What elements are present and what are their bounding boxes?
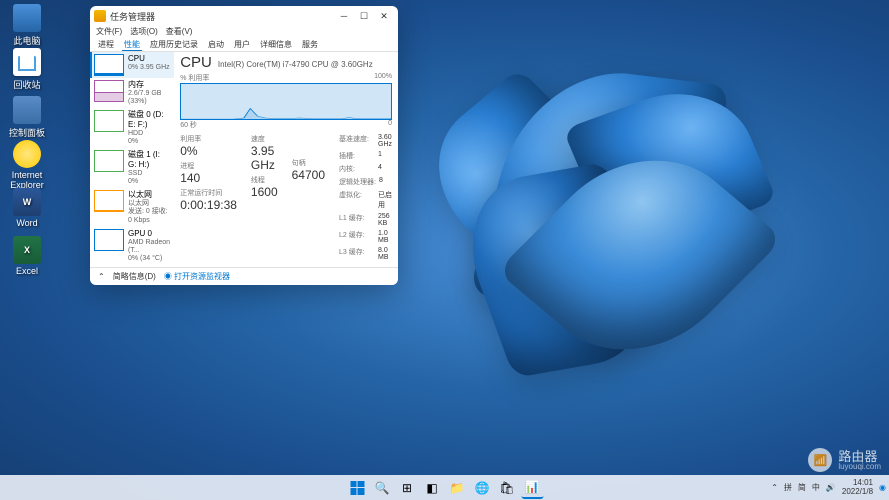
tab-performance[interactable]: 性能 (122, 39, 142, 51)
sidebar-ethernet[interactable]: 以太网以太网发送: 0 接收: 0 Kbps (90, 188, 174, 227)
cpu-model: Intel(R) Core(TM) i7-4790 CPU @ 3.60GHz (218, 60, 373, 69)
maximize-button[interactable]: ☐ (354, 7, 374, 25)
menu-options[interactable]: 选项(O) (130, 26, 158, 39)
proc-value: 140 (180, 171, 237, 185)
tab-services[interactable]: 服务 (300, 39, 320, 51)
desktop-icon-word[interactable]: WWord (2, 188, 52, 228)
task-view-icon[interactable]: ⊞ (396, 477, 418, 499)
gpu-mini-graph (94, 229, 124, 251)
disk1-mini-graph (94, 150, 124, 172)
desktop-icon-control-panel[interactable]: 控制面板 (2, 96, 52, 139)
ime-simp[interactable]: 简 (798, 482, 806, 493)
sidebar-memory[interactable]: 内存2.6/7.9 GB (33%) (90, 78, 174, 108)
store-icon[interactable]: 🛍 (496, 477, 518, 499)
tab-processes[interactable]: 进程 (96, 39, 116, 51)
handle-value: 64700 (292, 168, 325, 182)
watermark: 📶 路由器luyouqi.com (808, 448, 881, 472)
tab-users[interactable]: 用户 (232, 39, 252, 51)
clock[interactable]: 14:01 2022/1/8 (842, 479, 873, 497)
app-icon (94, 10, 106, 22)
chevron-up-icon: ⌃ (98, 272, 105, 281)
memory-mini-graph (94, 80, 124, 102)
minimize-button[interactable]: ─ (334, 7, 354, 25)
router-icon: 📶 (808, 448, 832, 472)
tabbar: 进程 性能 应用历史记录 启动 用户 详细信息 服务 (90, 39, 398, 52)
taskbar: 🔍 ⊞ ◧ 📁 🌐 🛍 📊 ⌃ 拼 简 中 🔊 14:01 2022/1/8 ◉ (0, 475, 889, 500)
tab-app-history[interactable]: 应用历史记录 (148, 39, 200, 51)
task-manager-window: 任务管理器 ─ ☐ ✕ 文件(F) 选项(O) 查看(V) 进程 性能 应用历史… (90, 6, 398, 285)
desktop-icon-this-pc[interactable]: 此电脑 (2, 4, 52, 47)
sidebar-disk0[interactable]: 磁盘 0 (D: E: F:)HDD0% (90, 108, 174, 148)
cpu-usage-chart (180, 83, 392, 120)
close-button[interactable]: ✕ (374, 7, 394, 25)
thread-value: 1600 (251, 185, 278, 199)
sidebar-disk1[interactable]: 磁盘 1 (I: G: H:)SSD0% (90, 148, 174, 188)
titlebar[interactable]: 任务管理器 ─ ☐ ✕ (90, 6, 398, 26)
window-title: 任务管理器 (110, 10, 334, 23)
network-icon[interactable]: 🔊 (826, 483, 836, 492)
perf-sidebar: CPU0% 3.95 GHz 内存2.6/7.9 GB (33%) 磁盘 0 (… (90, 52, 174, 267)
sidebar-gpu[interactable]: GPU 0AMD Radeon (T...0% (34 °C) (90, 227, 174, 266)
disk0-mini-graph (94, 110, 124, 132)
explorer-icon[interactable]: 📁 (446, 477, 468, 499)
perf-main: CPU Intel(R) Core(TM) i7-4790 CPU @ 3.60… (174, 52, 398, 267)
desktop-icon-recycle-bin[interactable]: 回收站 (2, 48, 52, 91)
menu-view[interactable]: 查看(V) (166, 26, 193, 39)
sidebar-cpu[interactable]: CPU0% 3.95 GHz (90, 52, 174, 78)
speed-value: 3.95 GHz (251, 144, 278, 172)
resource-monitor-link[interactable]: ◉ 打开资源监视器 (164, 271, 230, 282)
cpu-title: CPU (180, 54, 212, 71)
widgets-icon[interactable]: ◧ (421, 477, 443, 499)
fewer-details-button[interactable]: 简略信息(D) (113, 271, 156, 282)
search-icon[interactable]: 🔍 (371, 477, 393, 499)
desktop-icon-excel[interactable]: XExcel (2, 236, 52, 276)
util-value: 0% (180, 144, 237, 158)
tab-details[interactable]: 详细信息 (258, 39, 294, 51)
uptime-value: 0:00:19:38 (180, 198, 237, 212)
taskmgr-taskbar-icon[interactable]: 📊 (521, 477, 543, 499)
cpu-specs: 基准速度:3.60 GHz 插槽:1 内核:4 逻辑处理器:8 虚拟化:已启用 … (339, 134, 392, 261)
desktop-icon-ie[interactable]: Internet Explorer (2, 140, 52, 190)
menu-file[interactable]: 文件(F) (96, 26, 122, 39)
ethernet-mini-graph (94, 190, 124, 212)
notifications-icon[interactable]: ◉ (879, 483, 886, 492)
tab-startup[interactable]: 启动 (206, 39, 226, 51)
lang-indicator[interactable]: 中 (812, 482, 820, 493)
menubar: 文件(F) 选项(O) 查看(V) (90, 26, 398, 39)
ime-indicator[interactable]: 拼 (784, 482, 792, 493)
edge-icon[interactable]: 🌐 (471, 477, 493, 499)
tray-chevron-icon[interactable]: ⌃ (771, 483, 778, 492)
cpu-mini-graph (94, 54, 124, 76)
start-button[interactable] (346, 477, 368, 499)
